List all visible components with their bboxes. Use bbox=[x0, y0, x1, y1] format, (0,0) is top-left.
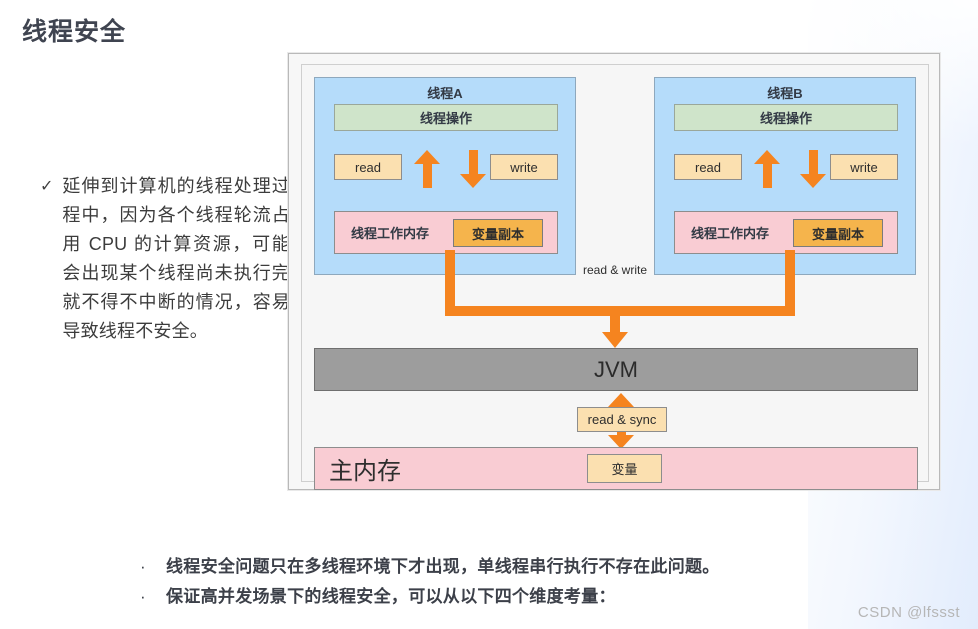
bracket-arrow-head-icon bbox=[602, 332, 628, 348]
thread-b-working-memory-label: 线程工作内存 bbox=[691, 226, 770, 241]
left-note-block: ✓ 延伸到计算机的线程处理过程中，因为各个线程轮流占用 CPU 的计算资源，可能… bbox=[40, 172, 290, 346]
jvm-bar: JVM bbox=[314, 348, 918, 391]
checkmark-icon: ✓ bbox=[40, 178, 54, 195]
read-sync-label-box: read & sync bbox=[577, 407, 667, 432]
thread-b-operation: 线程操作 bbox=[674, 104, 898, 131]
thread-b-title: 线程B bbox=[767, 86, 803, 101]
thread-a-read-box: read bbox=[334, 154, 402, 180]
bracket-horizontal-bar bbox=[445, 306, 795, 316]
thread-a-rw-row: read write bbox=[334, 150, 558, 188]
thread-b-working-memory: 线程工作内存 变量副本 bbox=[674, 211, 898, 254]
csdn-watermark: CSDN @lfssst bbox=[857, 604, 960, 621]
bottom-bullet-list: · 线程安全问题只在多线程环境下才出现，单线程串行执行不存在此问题。 · 保证高… bbox=[140, 552, 720, 612]
thread-b-read-arrow-up-icon bbox=[754, 150, 780, 188]
thread-a-working-memory: 线程工作内存 变量副本 bbox=[334, 211, 558, 254]
bullet-marker: · bbox=[140, 557, 146, 576]
main-memory-bar: 主内存 变量 bbox=[314, 447, 918, 490]
thread-a-title: 线程A bbox=[427, 86, 463, 101]
thread-b-read-box: read bbox=[674, 154, 742, 180]
left-note-text: 延伸到计算机的线程处理过程中，因为各个线程轮流占用 CPU 的计算资源，可能会出… bbox=[62, 176, 290, 341]
thread-a-working-memory-label: 线程工作内存 bbox=[351, 226, 430, 241]
read-write-caption: read & write bbox=[582, 263, 648, 277]
thread-a-box: 线程A 线程操作 read write 线程工作内存 变量副本 bbox=[314, 77, 576, 275]
thread-b-write-arrow-down-icon bbox=[800, 150, 826, 188]
main-memory-label: 主内存 bbox=[329, 458, 401, 485]
diagram-inner-frame: 线程A 线程操作 read write 线程工作内存 变量副本 线程B 线程操作 bbox=[301, 64, 929, 490]
thread-b-rw-row: read write bbox=[674, 150, 898, 188]
thread-a-operation: 线程操作 bbox=[334, 104, 558, 131]
list-item: · 保证高并发场景下的线程安全，可以从以下四个维度考量： bbox=[140, 582, 720, 607]
page-title: 线程安全 bbox=[22, 18, 127, 46]
thread-b-box: 线程B 线程操作 read write 线程工作内存 变量副本 bbox=[654, 77, 916, 275]
bracket-down-stem bbox=[610, 306, 620, 334]
main-memory-variable-box: 变量 bbox=[587, 454, 662, 483]
bullet-text: 线程安全问题只在多线程环境下才出现，单线程串行执行不存在此问题。 bbox=[166, 557, 720, 576]
thread-a-write-box: write bbox=[490, 154, 558, 180]
thread-b-variable-copy: 变量副本 bbox=[793, 219, 883, 247]
jmm-diagram: 线程A 线程操作 read write 线程工作内存 变量副本 线程B 线程操作 bbox=[288, 53, 940, 490]
thread-b-write-box: write bbox=[830, 154, 898, 180]
thread-a-read-arrow-up-icon bbox=[414, 150, 440, 188]
list-item: · 线程安全问题只在多线程环境下才出现，单线程串行执行不存在此问题。 bbox=[140, 552, 720, 577]
bullet-text: 保证高并发场景下的线程安全，可以从以下四个维度考量： bbox=[166, 587, 616, 606]
thread-a-write-arrow-down-icon bbox=[460, 150, 486, 188]
bullet-marker: · bbox=[140, 587, 146, 606]
thread-a-variable-copy: 变量副本 bbox=[453, 219, 543, 247]
